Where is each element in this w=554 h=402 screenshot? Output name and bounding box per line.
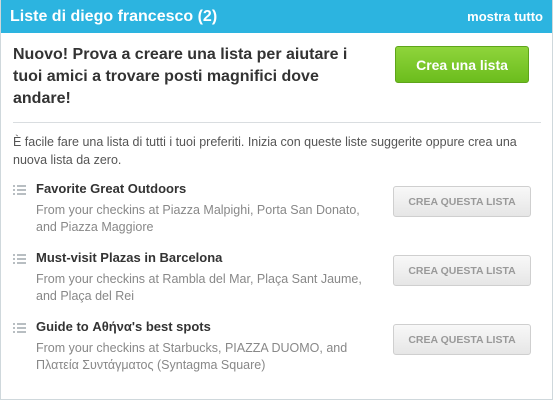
create-this-list-button[interactable]: CREA QUESTA LISTA xyxy=(393,255,531,286)
show-all-link[interactable]: mostra tutto xyxy=(467,9,543,24)
list-description: From your checkins at Piazza Malpighi, P… xyxy=(36,203,360,234)
list-title: Must-visit Plazas in Barcelona xyxy=(36,250,223,265)
create-this-list-button[interactable]: CREA QUESTA LISTA xyxy=(393,186,531,217)
create-list-promo: Nuovo! Prova a creare una lista per aiut… xyxy=(13,44,539,114)
list-description: From your checkins at Rambla del Mar, Pl… xyxy=(36,272,362,303)
list-description: From your checkins at Starbucks, PIAZZA … xyxy=(36,341,348,372)
intro-text: È facile fare una lista di tutti i tuoi … xyxy=(13,135,517,167)
list-icon xyxy=(13,323,26,334)
list-item: Guide to Αθήνα's best spots From your ch… xyxy=(13,318,539,387)
list-title: Guide to Αθήνα's best spots xyxy=(36,319,211,334)
panel-title: Liste di diego francesco (2) xyxy=(10,7,218,25)
list-title: Favorite Great Outdoors xyxy=(36,181,187,196)
list-icon xyxy=(13,254,26,265)
lists-panel: Liste di diego francesco (2) mostra tutt… xyxy=(0,0,553,400)
promo-text: Nuovo! Prova a creare una lista per aiut… xyxy=(13,46,348,107)
create-list-button[interactable]: Crea una lista xyxy=(395,46,529,83)
list-item: Favorite Great Outdoors From your checki… xyxy=(13,180,539,249)
list-item: Must-visit Plazas in Barcelona From your… xyxy=(13,249,539,318)
suggested-lists: Favorite Great Outdoors From your checki… xyxy=(13,180,539,387)
divider xyxy=(13,122,541,123)
list-icon xyxy=(13,185,26,196)
panel-header: Liste di diego francesco (2) mostra tutt… xyxy=(1,0,552,33)
create-this-list-button[interactable]: CREA QUESTA LISTA xyxy=(393,324,531,355)
